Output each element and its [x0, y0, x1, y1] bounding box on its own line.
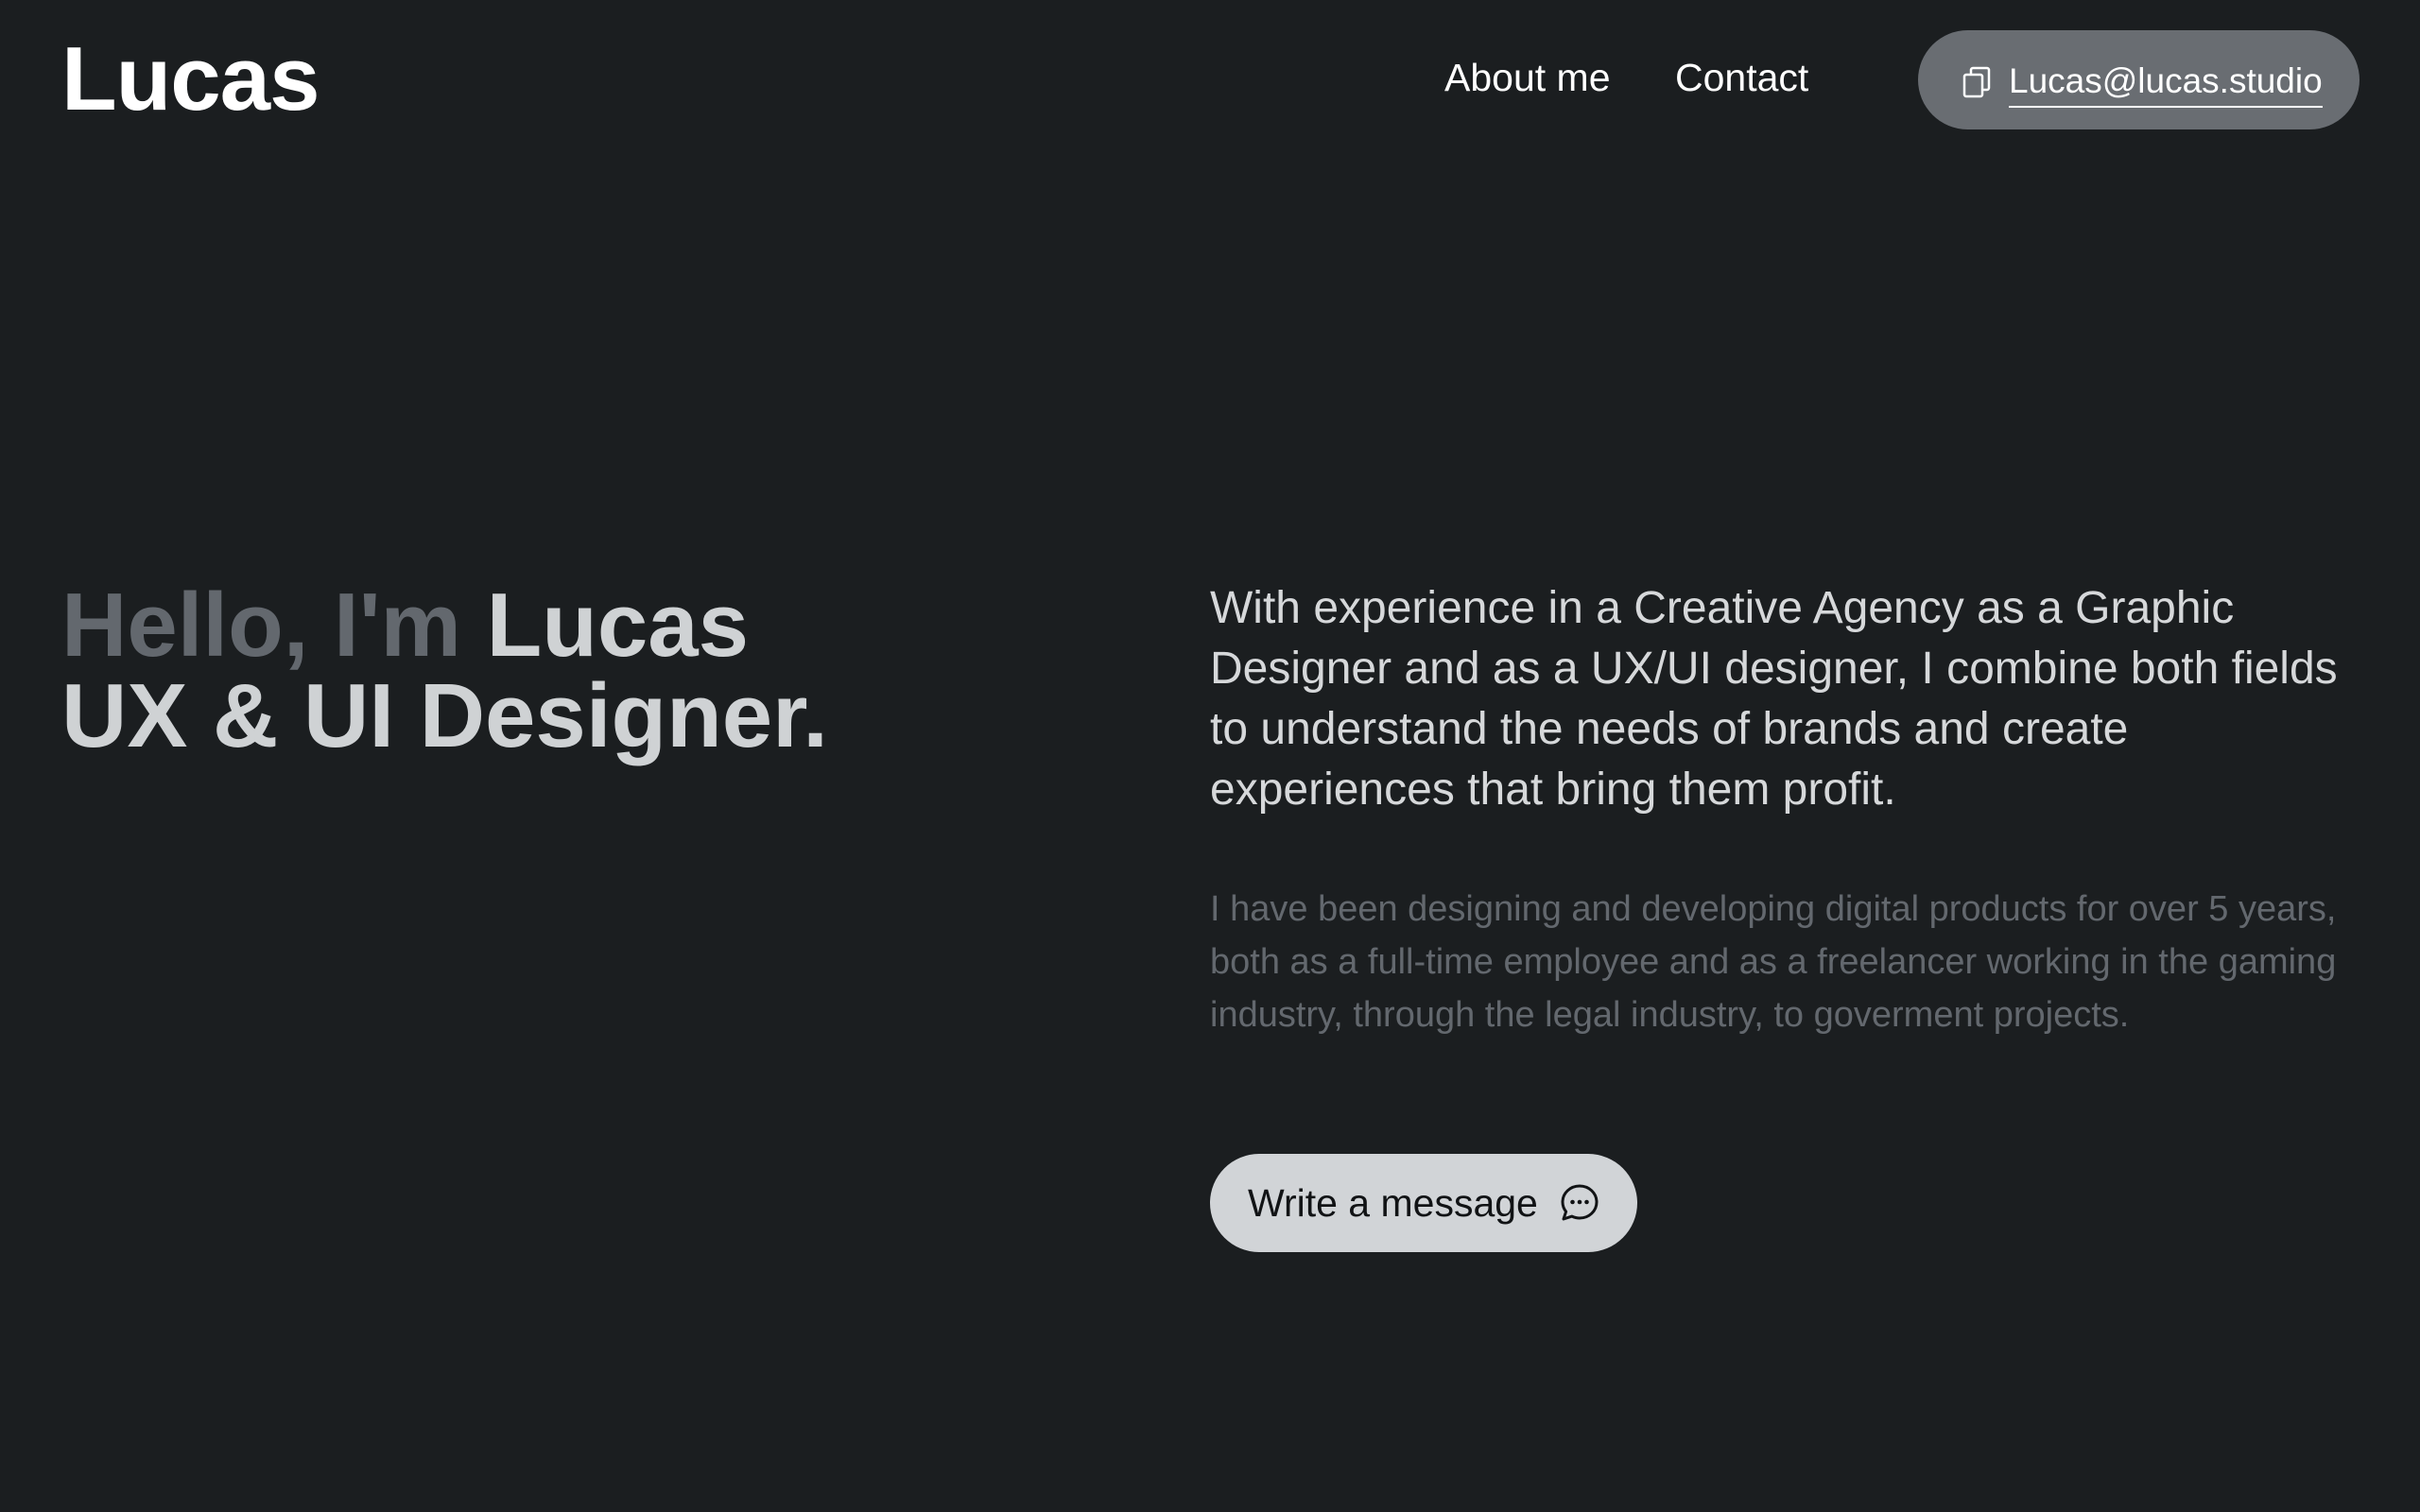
portfolio-page: Lucas About me Contact Lucas@lucas.studi…	[0, 0, 2420, 1512]
greeting-text: Hello, I'm	[61, 575, 461, 676]
experience-paragraph: I have been designing and developing dig…	[1210, 889, 2337, 1035]
write-message-label: Write a message	[1248, 1181, 1538, 1225]
headline-line-1: Hello, I'm Lucas	[61, 580, 828, 671]
chat-bubble-icon	[1561, 1184, 1599, 1221]
email-address: Lucas@lucas.studio	[2009, 63, 2323, 108]
hero-role: UX & UI Designer.	[61, 665, 828, 766]
copy-email-button[interactable]: Lucas@lucas.studio	[1918, 30, 2360, 129]
site-logo[interactable]: Lucas	[61, 34, 320, 125]
copy-icon	[1962, 66, 1991, 98]
nav-about-link[interactable]: About me	[1444, 59, 1611, 97]
nav-contact-link[interactable]: Contact	[1675, 59, 1808, 97]
hero-headline: Hello, I'm Lucas UX & UI Designer.	[61, 580, 828, 762]
hero-name: Lucas	[486, 575, 750, 676]
intro-paragraph: With experience in a Creative Agency as …	[1210, 583, 2338, 815]
write-message-button[interactable]: Write a message	[1210, 1154, 1637, 1252]
